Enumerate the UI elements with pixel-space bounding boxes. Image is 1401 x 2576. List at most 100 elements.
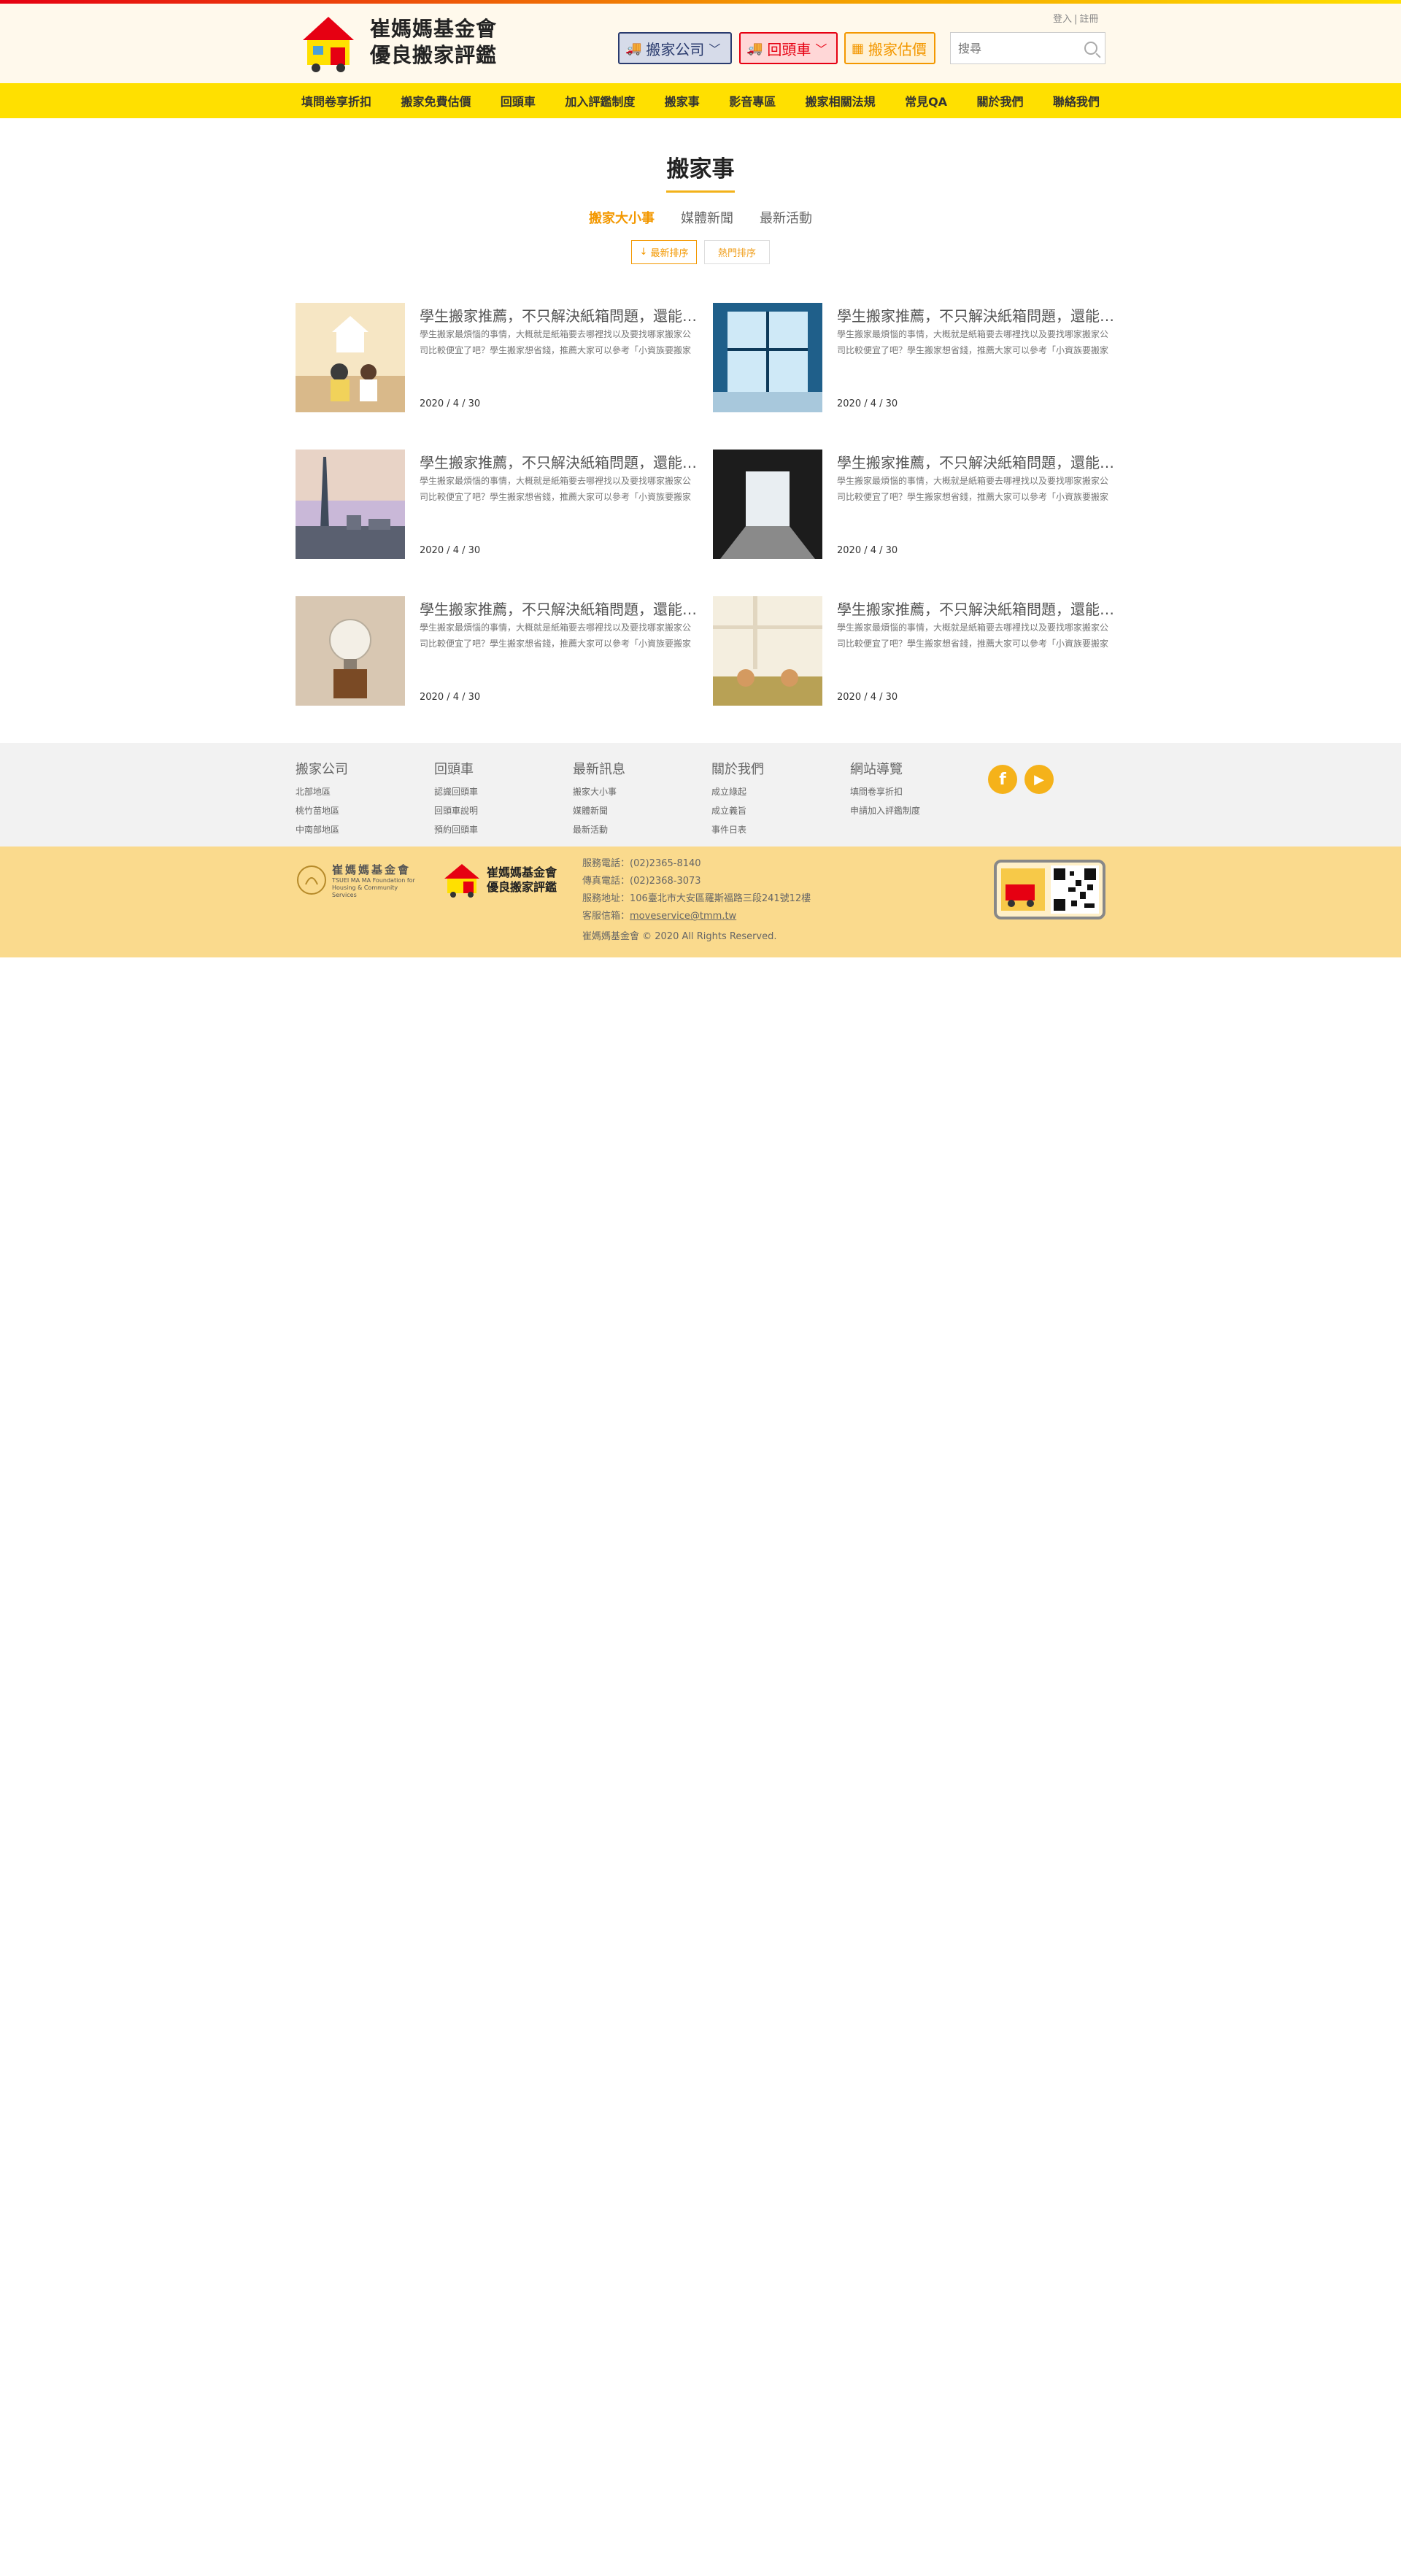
article-thumbnail[interactable] [296, 303, 405, 412]
article-card[interactable]: 學生搬家推薦，不只解決紙箱問題，還能找到便宜搬家公司 學生搬家最煩惱的事情，大概… [296, 450, 698, 559]
header: 崔媽媽基金會 優良搬家評鑑 登入 | 註冊 🚚 搬家公司 ﹀ 🚚 回頭車 ﹀ ▦ 搬… [0, 4, 1401, 83]
nav-survey-discount[interactable]: 填問卷享折扣 [296, 92, 377, 109]
article-summary: 學生搬家最煩惱的事情，大概就是紙箱要去哪裡找以及要找哪家搬家公司比較便宜了吧？學… [420, 329, 692, 355]
register-link[interactable]: 註冊 [1079, 14, 1098, 25]
site-logo[interactable]: 崔媽媽基金會 優良搬家評鑑 [296, 11, 518, 74]
footer-link[interactable]: 最新活動 [573, 820, 625, 839]
brand-logo[interactable]: 崔媽媽基金會 優良搬家評鑑 [440, 861, 571, 899]
article-title[interactable]: 學生搬家推薦，不只解決紙箱問題，還能找到便宜搬家公司 [420, 451, 698, 472]
copyright: 崔媽媽基金會 © 2020 All Rights Reserved. [582, 931, 777, 942]
sunlit-window-photo [713, 596, 822, 706]
taipei-101-photo [296, 450, 405, 559]
article-date: 2020 / 4 / 30 [420, 545, 481, 556]
footer-sitemap: 搬家公司 北部地區 桃竹苗地區 中南部地區 回頭車 認識回頭車 回頭車說明 預約… [0, 743, 1401, 847]
article-summary: 學生搬家最煩惱的事情，大概就是紙箱要去哪裡找以及要找哪家搬家公司比較便宜了吧？學… [837, 476, 1109, 502]
logo-line1: 崔媽媽基金會 [370, 17, 498, 41]
nav-contact-us[interactable]: 聯絡我們 [1047, 92, 1105, 109]
return-truck-label: 回頭車 [767, 40, 811, 58]
footer-link[interactable]: 成立綠起 [711, 782, 764, 801]
moving-estimate-label: 搬家估價 [868, 40, 927, 58]
footer-link[interactable]: 中南部地區 [296, 820, 348, 839]
footer-link[interactable]: 申請加入評鑑制度 [850, 801, 920, 820]
article-card[interactable]: 學生搬家推薦，不只解決紙箱問題，還能找到便宜搬家公司 學生搬家最煩惱的事情，大概… [713, 303, 1116, 412]
nav-moving-news[interactable]: 搬家事 [659, 92, 706, 109]
footer-info: 崔媽媽基金會 TSUEI MA MA Foundation for Housin… [0, 847, 1401, 957]
footer-col-news: 最新訊息 搬家大小事 媒體新聞 最新活動 [573, 759, 625, 839]
footer-link[interactable]: 回頭車說明 [434, 801, 478, 820]
article-title[interactable]: 學生搬家推薦，不只解決紙箱問題，還能找到便宜搬家公司 [837, 451, 1116, 472]
article-thumbnail[interactable] [713, 303, 822, 412]
footer-link[interactable]: 事件日表 [711, 820, 764, 839]
service-email-row: 客服信箱：moveservice@tmm.tw [582, 908, 811, 925]
nav-free-estimate[interactable]: 搬家免費估價 [395, 92, 476, 109]
nav-return-truck[interactable]: 回頭車 [495, 92, 541, 109]
footer-link[interactable]: 認識回頭車 [434, 782, 478, 801]
footer-link[interactable]: 填問卷享折扣 [850, 782, 920, 801]
article-thumbnail[interactable] [713, 596, 822, 706]
article-title[interactable]: 學生搬家推薦，不只解決紙箱問題，還能找到便宜搬家公司 [837, 304, 1116, 325]
article-thumbnail[interactable] [296, 450, 405, 559]
house-truck-logo-icon [444, 864, 479, 898]
facebook-icon[interactable]: f [988, 765, 1017, 794]
nav-moving-laws[interactable]: 搬家相關法規 [800, 92, 881, 109]
footer-col-moving-company: 搬家公司 北部地區 桃竹苗地區 中南部地區 [296, 759, 348, 839]
article-card[interactable]: 學生搬家推薦，不只解決紙箱問題，還能找到便宜搬家公司 學生搬家最煩惱的事情，大概… [296, 596, 698, 706]
footer-col-title[interactable]: 搬家公司 [296, 759, 348, 778]
footer-link[interactable]: 預約回頭車 [434, 820, 478, 839]
moving-company-label: 搬家公司 [646, 40, 705, 58]
footer-link[interactable]: 搬家大小事 [573, 782, 625, 801]
login-link[interactable]: 登入 [1053, 14, 1072, 25]
article-date: 2020 / 4 / 30 [837, 398, 898, 409]
contact-info: 服務電話：(02)2365-8140 傳真電話：(02)2368-3073 服務… [582, 855, 811, 946]
article-card[interactable]: 學生搬家推薦，不只解決紙箱問題，還能找到便宜搬家公司 學生搬家最煩惱的事情，大概… [713, 450, 1116, 559]
title-underline [666, 190, 735, 193]
window-view-photo [713, 303, 822, 412]
moving-estimate-button[interactable]: ▦ 搬家估價 [844, 32, 935, 64]
article-title[interactable]: 學生搬家推薦，不只解決紙箱問題，還能找到便宜搬家公司 [420, 598, 698, 619]
tab-latest-events[interactable]: 最新活動 [760, 208, 812, 227]
article-thumbnail[interactable] [296, 596, 405, 706]
nav-faq[interactable]: 常見QA [899, 92, 953, 109]
footer-col-title[interactable]: 網站導覽 [850, 759, 920, 778]
footer-col-title[interactable]: 回頭車 [434, 759, 478, 778]
return-truck-dropdown[interactable]: 🚚 回頭車 ﹀ [739, 32, 838, 64]
foundation-logo[interactable]: 崔媽媽基金會 TSUEI MA MA Foundation for Housin… [296, 861, 427, 899]
footer-link[interactable]: 媒體新聞 [573, 801, 625, 820]
moving-company-dropdown[interactable]: 🚚 搬家公司 ﹀ [618, 32, 732, 64]
search-input[interactable] [958, 41, 1075, 55]
article-date: 2020 / 4 / 30 [837, 545, 898, 556]
article-card[interactable]: 學生搬家推薦，不只解決紙箱問題，還能找到便宜搬家公司 學生搬家最煩惱的事情，大概… [296, 303, 698, 412]
article-card[interactable]: 學生搬家推薦，不只解決紙箱問題，還能找到便宜搬家公司 學生搬家最煩惱的事情，大概… [713, 596, 1116, 706]
footer-col-return-truck: 回頭車 認識回頭車 回頭車說明 預約回頭車 [434, 759, 478, 839]
article-summary: 學生搬家最煩惱的事情，大概就是紙箱要去哪裡找以及要找哪家搬家公司比較便宜了吧？學… [837, 622, 1109, 649]
tab-moving-stories[interactable]: 搬家大小事 [589, 208, 655, 227]
house-truck-logo-icon [303, 17, 354, 72]
sort-popular-button[interactable]: 熱門排序 [704, 240, 770, 264]
footer-col-about: 關於我們 成立綠起 成立義旨 事件日表 [711, 759, 764, 839]
chevron-down-icon: ﹀ [815, 42, 827, 56]
article-thumbnail[interactable] [713, 450, 822, 559]
footer-link[interactable]: 北部地區 [296, 782, 348, 801]
search-icon[interactable] [1084, 42, 1097, 55]
email-link[interactable]: moveservice@tmm.tw [630, 911, 736, 922]
main-nav: 填問卷享折扣 搬家免費估價 回頭車 加入評鑑制度 搬家事 影音專區 搬家相關法規… [0, 83, 1401, 118]
sort-newest-button[interactable]: ↓ 最新排序 [631, 240, 697, 264]
footer-link[interactable]: 桃竹苗地區 [296, 801, 348, 820]
youtube-icon[interactable]: ▶ [1024, 765, 1054, 794]
article-title[interactable]: 學生搬家推薦，不只解決紙箱問題，還能找到便宜搬家公司 [837, 598, 1116, 619]
page-title: 搬家事 [666, 156, 735, 182]
qr-code-card[interactable] [994, 860, 1105, 919]
article-title[interactable]: 學生搬家推薦，不只解決紙箱問題，還能找到便宜搬家公司 [420, 304, 698, 325]
footer-link[interactable]: 成立義旨 [711, 801, 764, 820]
footer-col-title[interactable]: 最新訊息 [573, 759, 625, 778]
fax-number: 傳真電話：(02)2368-3073 [582, 876, 701, 887]
article-date: 2020 / 4 / 30 [420, 398, 481, 409]
nav-about-us[interactable]: 關於我們 [970, 92, 1029, 109]
nav-join-evaluation[interactable]: 加入評鑑制度 [559, 92, 641, 109]
arrow-down-icon: ↓ [639, 247, 648, 258]
tab-media-news[interactable]: 媒體新聞 [681, 208, 733, 227]
nav-video-zone[interactable]: 影音專區 [723, 92, 781, 109]
article-date: 2020 / 4 / 30 [420, 692, 481, 703]
footer-col-title[interactable]: 關於我們 [711, 759, 764, 778]
article-summary: 學生搬家最煩惱的事情，大概就是紙箱要去哪裡找以及要找哪家搬家公司比較便宜了吧？學… [837, 329, 1109, 355]
